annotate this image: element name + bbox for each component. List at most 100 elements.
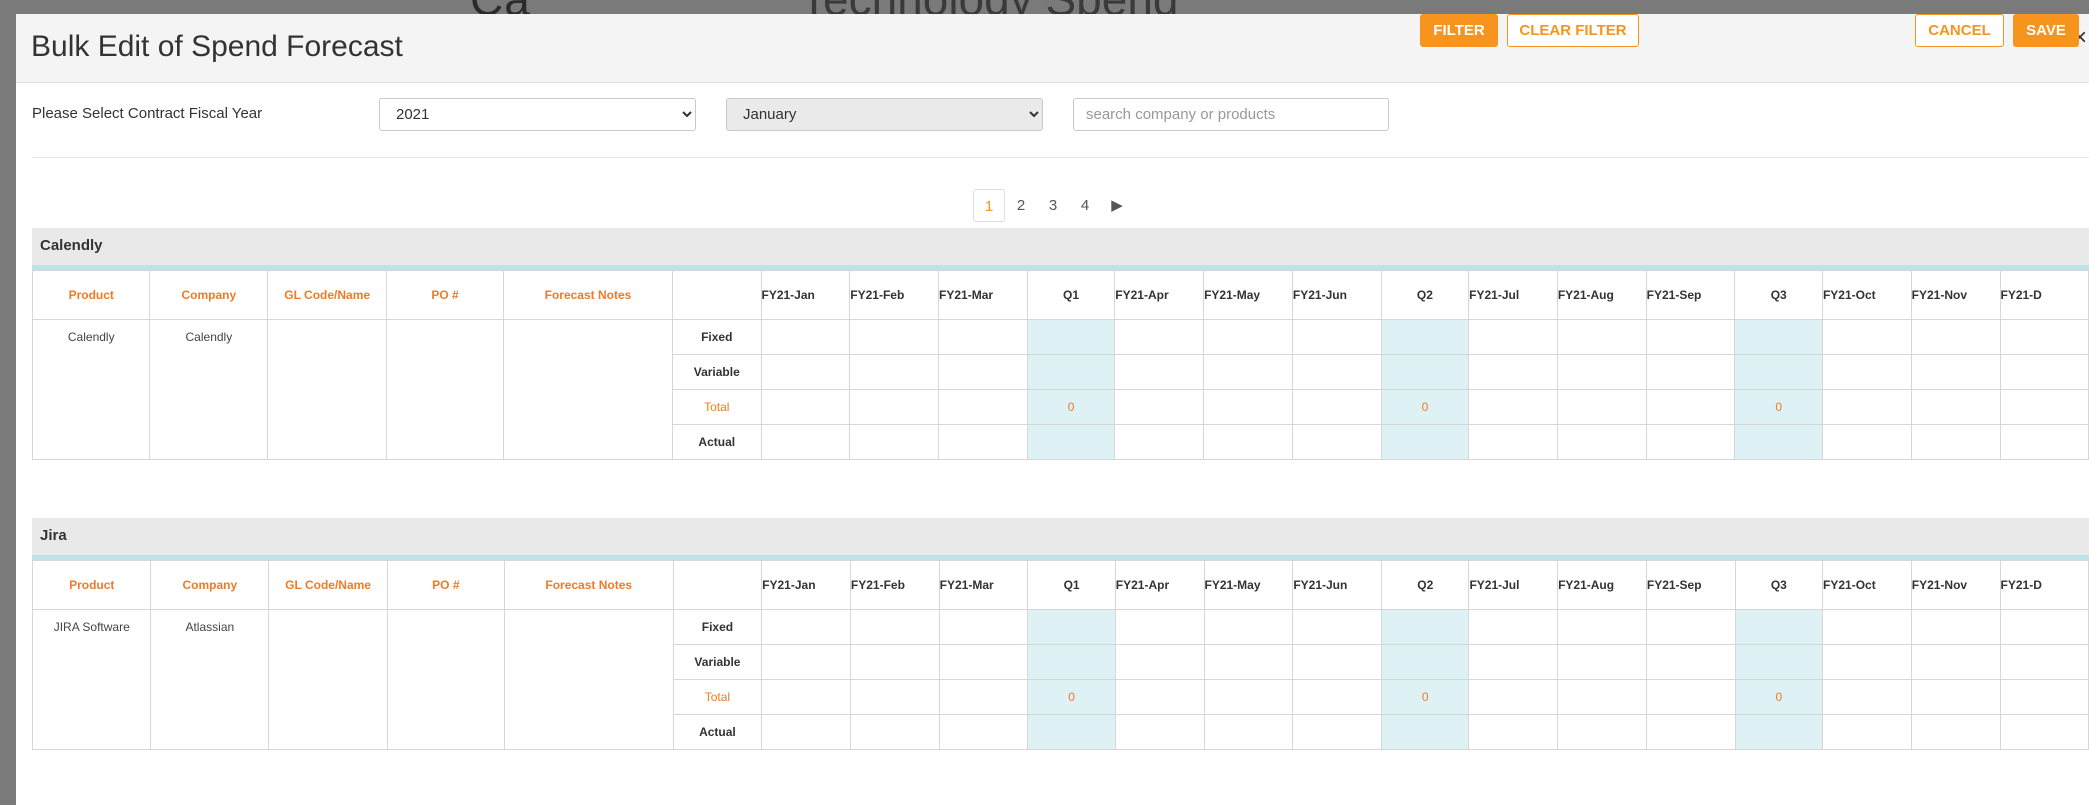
month-input-cell[interactable] — [1645, 609, 1736, 645]
month-input-cell[interactable] — [1203, 319, 1293, 355]
month-input-cell[interactable] — [1821, 424, 1912, 460]
month-input-cell[interactable] — [1114, 714, 1205, 750]
month-input-cell[interactable] — [1203, 714, 1294, 750]
month-input-cell[interactable] — [849, 714, 940, 750]
month-input-cell[interactable] — [1557, 609, 1647, 645]
month-input-cell[interactable] — [1114, 354, 1205, 390]
save-button[interactable]: SAVE — [2013, 14, 2079, 47]
month-input-cell[interactable] — [1468, 354, 1558, 390]
month-input-cell[interactable] — [1291, 319, 1382, 355]
search-input[interactable] — [1073, 98, 1389, 131]
month-input-cell[interactable] — [938, 319, 1028, 355]
month-input-cell[interactable] — [1557, 714, 1647, 750]
month-input-cell[interactable] — [1999, 714, 2089, 750]
month-input-cell[interactable] — [760, 424, 851, 460]
month-input-cell[interactable] — [1910, 424, 2001, 460]
month-input-cell[interactable] — [1203, 424, 1293, 460]
month-input-cell[interactable] — [849, 354, 940, 390]
month-input-cell[interactable] — [849, 609, 940, 645]
page-3-link[interactable]: 3 — [1037, 189, 1069, 222]
month-input-cell[interactable] — [1468, 319, 1558, 355]
month-input-cell[interactable] — [1114, 319, 1205, 355]
month-input-cell[interactable] — [1821, 354, 1912, 390]
fiscal-year-select[interactable]: 2021 — [379, 98, 696, 131]
month-input-cell[interactable] — [938, 424, 1028, 460]
month-input-cell[interactable] — [1291, 354, 1382, 390]
gl-code-cell[interactable] — [267, 319, 388, 460]
month-input-cell[interactable] — [849, 319, 940, 355]
month-input-cell[interactable] — [1556, 319, 1647, 355]
page-2-link[interactable]: 2 — [1005, 189, 1037, 222]
month-input-cell[interactable] — [1822, 609, 1912, 645]
month-input-cell[interactable] — [1645, 644, 1736, 680]
month-input-cell[interactable] — [1114, 424, 1205, 460]
month-input-cell[interactable] — [1822, 644, 1912, 680]
filter-button[interactable]: FILTER — [1420, 14, 1498, 47]
month-input-cell[interactable] — [1821, 319, 1912, 355]
forecast-notes-cell[interactable] — [503, 609, 674, 750]
month-input-cell[interactable] — [1291, 424, 1382, 460]
bulk-edit-modal: Bulk Edit of Spend Forecast × Please Sel… — [16, 14, 2089, 805]
month-input-cell[interactable] — [1645, 424, 1736, 460]
month-input-cell[interactable] — [1999, 354, 2089, 390]
quarter-cell: 0 — [1027, 679, 1116, 715]
quarter-cell — [1027, 644, 1116, 680]
month-input-cell[interactable] — [760, 319, 851, 355]
month-input-cell[interactable] — [938, 644, 1029, 680]
month-input-cell[interactable] — [1822, 714, 1912, 750]
month-input-cell — [1645, 389, 1736, 425]
month-input-cell[interactable] — [761, 609, 851, 645]
month-input-cell[interactable] — [1645, 319, 1736, 355]
month-input-cell[interactable] — [761, 644, 851, 680]
month-input-cell[interactable] — [849, 644, 940, 680]
month-input-cell[interactable] — [938, 714, 1029, 750]
month-select[interactable]: January — [726, 98, 1043, 131]
po-number-cell[interactable] — [386, 319, 504, 460]
month-input-cell[interactable] — [1999, 609, 2089, 645]
month-input-cell[interactable] — [1114, 609, 1205, 645]
month-input-cell[interactable] — [761, 714, 851, 750]
month-input-cell[interactable] — [1557, 644, 1647, 680]
month-input-cell[interactable] — [1645, 714, 1736, 750]
month-input-cell[interactable] — [1468, 609, 1559, 645]
month-input-cell[interactable] — [1999, 424, 2089, 460]
month-input-cell[interactable] — [1203, 644, 1294, 680]
month-input-cell[interactable] — [1999, 644, 2089, 680]
month-input-cell[interactable] — [1910, 714, 2001, 750]
po-number-cell[interactable] — [386, 609, 505, 750]
month-input-cell[interactable] — [1645, 354, 1736, 390]
month-input-cell[interactable] — [1468, 424, 1558, 460]
row-label-variable: Variable — [672, 644, 763, 680]
next-page-icon[interactable]: ▶ — [1101, 189, 1133, 222]
month-input-cell[interactable] — [1292, 714, 1383, 750]
month-input-cell[interactable] — [1910, 354, 2001, 390]
month-input-cell[interactable] — [1292, 644, 1383, 680]
month-input-cell[interactable] — [1910, 609, 2001, 645]
month-input-cell[interactable] — [1556, 424, 1647, 460]
month-input-cell[interactable] — [760, 354, 851, 390]
table-row: Calendly Calendly Fixed — [31, 319, 2089, 460]
clear-filter-button[interactable]: CLEAR FILTER — [1507, 14, 1639, 47]
month-input-cell[interactable] — [1468, 644, 1559, 680]
month-input-cell[interactable] — [1556, 354, 1647, 390]
quarter-cell — [1734, 319, 1823, 355]
forecast-table: Product Company GL Code/Name PO # Forecast N… — [31, 270, 2089, 460]
month-input-cell[interactable] — [1910, 644, 2001, 680]
month-input-cell[interactable] — [1292, 609, 1383, 645]
month-input-cell[interactable] — [1203, 609, 1294, 645]
gl-code-cell[interactable] — [268, 609, 388, 750]
month-input-cell[interactable] — [1999, 319, 2089, 355]
month-input-cell[interactable] — [1468, 714, 1559, 750]
month-input-cell[interactable] — [849, 424, 940, 460]
month-input-cell[interactable] — [1910, 319, 2001, 355]
page-1-link[interactable]: 1 — [973, 189, 1005, 222]
cancel-button[interactable]: CANCEL — [1915, 14, 2004, 47]
forecast-notes-cell[interactable] — [502, 319, 674, 460]
month-input-cell — [1645, 679, 1736, 715]
month-input-cell[interactable] — [1203, 354, 1293, 390]
month-input-cell[interactable] — [938, 609, 1029, 645]
month-input-cell — [1821, 389, 1912, 425]
month-input-cell[interactable] — [1114, 644, 1205, 680]
month-input-cell[interactable] — [938, 354, 1028, 390]
page-4-link[interactable]: 4 — [1069, 189, 1101, 222]
